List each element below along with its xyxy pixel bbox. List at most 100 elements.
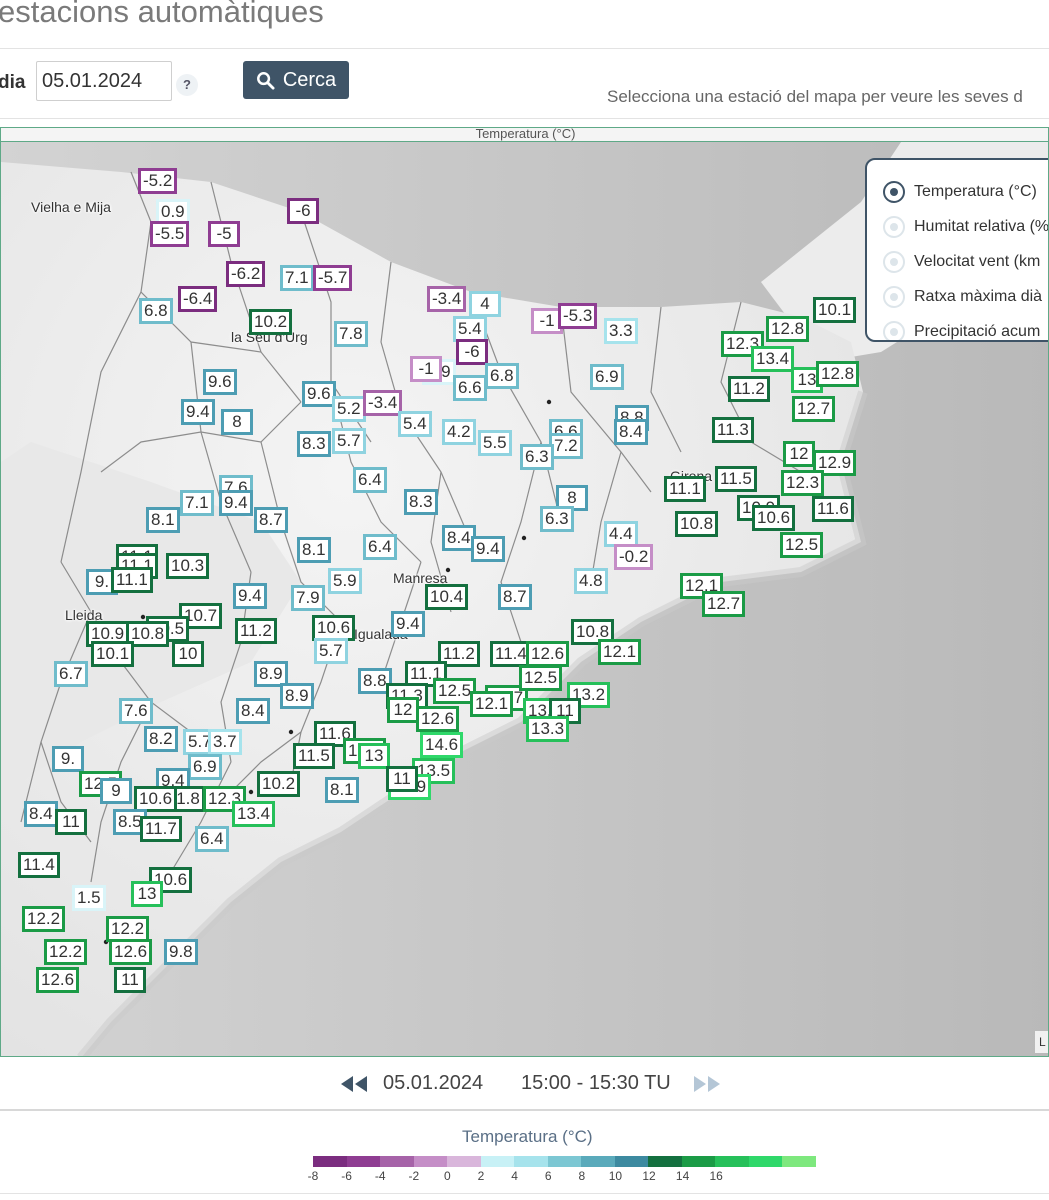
station-marker[interactable]: 8.7 <box>498 584 532 610</box>
date-input[interactable]: 05.01.2024 <box>36 61 172 101</box>
station-marker[interactable]: -6.4 <box>178 286 218 312</box>
station-marker[interactable]: 9.4 <box>233 583 267 609</box>
station-marker[interactable]: 13.4 <box>751 346 795 372</box>
station-marker[interactable]: 11.2 <box>235 618 277 644</box>
station-marker[interactable]: 7.1 <box>180 490 214 516</box>
station-marker[interactable]: 6.8 <box>485 363 519 389</box>
station-marker[interactable]: 8.1 <box>297 537 331 563</box>
station-marker[interactable]: -6.2 <box>226 261 266 287</box>
station-marker[interactable]: 10 <box>172 641 204 667</box>
station-marker[interactable]: 8.4 <box>236 698 270 724</box>
station-marker[interactable]: 11.5 <box>293 743 335 769</box>
station-marker[interactable]: 12.1 <box>598 639 642 665</box>
station-marker[interactable]: -1 <box>410 356 442 382</box>
station-marker[interactable]: 7.6 <box>119 698 153 724</box>
station-marker[interactable]: 11.5 <box>715 466 757 492</box>
station-marker[interactable]: 10.8 <box>675 511 719 537</box>
station-marker[interactable]: 13.3 <box>526 716 570 742</box>
station-marker[interactable]: 5.2 <box>332 396 366 422</box>
station-marker[interactable]: 12.2 <box>44 939 88 965</box>
station-marker[interactable]: 12.6 <box>36 967 80 993</box>
station-marker[interactable]: 5.7 <box>332 428 366 454</box>
station-marker[interactable]: 8.7 <box>254 507 288 533</box>
station-marker[interactable]: 12 <box>783 441 815 467</box>
station-marker[interactable]: 5.7 <box>314 638 348 664</box>
layer-option-humitat[interactable]: Humitat relativa (% <box>883 209 1048 244</box>
station-marker[interactable]: -3.4 <box>427 286 467 312</box>
station-marker[interactable]: 10.4 <box>425 584 469 610</box>
station-marker[interactable]: 12.3 <box>781 470 825 496</box>
station-marker[interactable]: 12.6 <box>526 641 570 667</box>
station-marker[interactable]: 6.8 <box>139 298 173 324</box>
map-attribution[interactable]: L <box>1035 1031 1048 1053</box>
station-marker[interactable]: 11 <box>55 809 87 835</box>
layer-option-ratxa-maxima[interactable]: Ratxa màxima dià <box>883 279 1048 314</box>
station-marker[interactable]: -5.5 <box>150 221 190 247</box>
station-marker[interactable]: 6.7 <box>54 661 88 687</box>
station-marker[interactable]: -0.2 <box>614 544 654 570</box>
next-interval-icon[interactable] <box>693 1074 721 1094</box>
station-marker[interactable]: 12.7 <box>702 591 746 617</box>
station-marker[interactable]: 10.2 <box>249 309 293 335</box>
station-marker[interactable]: 12.5 <box>519 665 563 691</box>
station-marker[interactable]: 8.4 <box>24 801 58 827</box>
station-marker[interactable]: 1.5 <box>72 885 106 911</box>
station-marker[interactable]: 10.1 <box>91 641 135 667</box>
station-marker[interactable]: 7.8 <box>334 321 368 347</box>
station-marker[interactable]: 8.2 <box>144 726 178 752</box>
station-marker[interactable]: 12.2 <box>22 906 66 932</box>
station-marker[interactable]: -5.7 <box>313 265 353 291</box>
station-marker[interactable]: 12.6 <box>109 939 153 965</box>
search-button[interactable]: Cerca <box>243 61 349 99</box>
station-marker[interactable]: 6.3 <box>540 506 574 532</box>
station-marker[interactable]: 6.6 <box>453 375 487 401</box>
station-marker[interactable]: 12.6 <box>416 706 460 732</box>
station-marker[interactable]: -5.2 <box>138 168 178 194</box>
station-marker[interactable]: 12 <box>387 697 419 723</box>
station-marker[interactable]: 4 <box>469 291 501 317</box>
station-marker[interactable]: 6.4 <box>363 534 397 560</box>
station-marker[interactable]: 8.1 <box>325 777 359 803</box>
station-marker[interactable]: 13.4 <box>232 801 276 827</box>
layer-option-velocitat-vent[interactable]: Velocitat vent (km <box>883 244 1048 279</box>
station-marker[interactable]: 9.4 <box>219 490 253 516</box>
station-marker[interactable]: 10.2 <box>257 771 301 797</box>
station-marker[interactable]: 11.4 <box>18 852 60 878</box>
station-marker[interactable]: 4.8 <box>574 568 608 594</box>
layer-option-precipitacio[interactable]: Precipitació acum <box>883 314 1048 340</box>
station-marker[interactable]: -5 <box>208 221 240 247</box>
station-marker[interactable]: 11 <box>386 766 418 792</box>
station-marker[interactable]: 9.4 <box>181 399 215 425</box>
station-marker[interactable]: 12.7 <box>792 396 836 422</box>
station-marker[interactable]: 7.2 <box>549 433 583 459</box>
station-marker[interactable]: 8.4 <box>614 419 648 445</box>
help-button[interactable]: ? <box>176 74 198 96</box>
previous-interval-icon[interactable] <box>340 1074 368 1094</box>
station-marker[interactable]: 10.1 <box>813 297 857 323</box>
station-marker[interactable]: 11.1 <box>664 476 706 502</box>
station-marker[interactable]: 4.2 <box>442 419 476 445</box>
station-marker[interactable]: 6.4 <box>195 826 229 852</box>
station-marker[interactable]: 8.3 <box>404 489 438 515</box>
station-marker[interactable]: 9. <box>52 746 84 772</box>
station-marker[interactable]: 6.3 <box>520 444 554 470</box>
station-marker[interactable]: 11.3 <box>712 417 754 443</box>
station-marker[interactable]: -6 <box>456 339 488 365</box>
station-marker[interactable]: 14.6 <box>420 732 464 758</box>
station-marker[interactable]: 10.6 <box>752 505 796 531</box>
station-marker[interactable]: 5.5 <box>478 430 512 456</box>
station-marker[interactable]: 9 <box>100 778 132 804</box>
station-marker[interactable]: 7.1 <box>280 265 314 291</box>
station-marker[interactable]: 12.8 <box>816 361 860 387</box>
station-marker[interactable]: 13 <box>131 881 163 907</box>
station-marker[interactable]: 8 <box>221 409 253 435</box>
layer-option-temperatura[interactable]: Temperatura (°C) <box>883 174 1048 209</box>
station-marker[interactable]: 12.8 <box>766 316 810 342</box>
station-marker[interactable]: 7.9 <box>291 585 325 611</box>
station-marker[interactable]: 9.6 <box>203 369 237 395</box>
station-marker[interactable]: 6.4 <box>353 467 387 493</box>
station-marker[interactable]: -3.4 <box>363 390 403 416</box>
station-marker[interactable]: 8.9 <box>280 683 314 709</box>
station-marker[interactable]: 6.9 <box>590 364 624 390</box>
station-marker[interactable]: 3.7 <box>208 729 242 755</box>
